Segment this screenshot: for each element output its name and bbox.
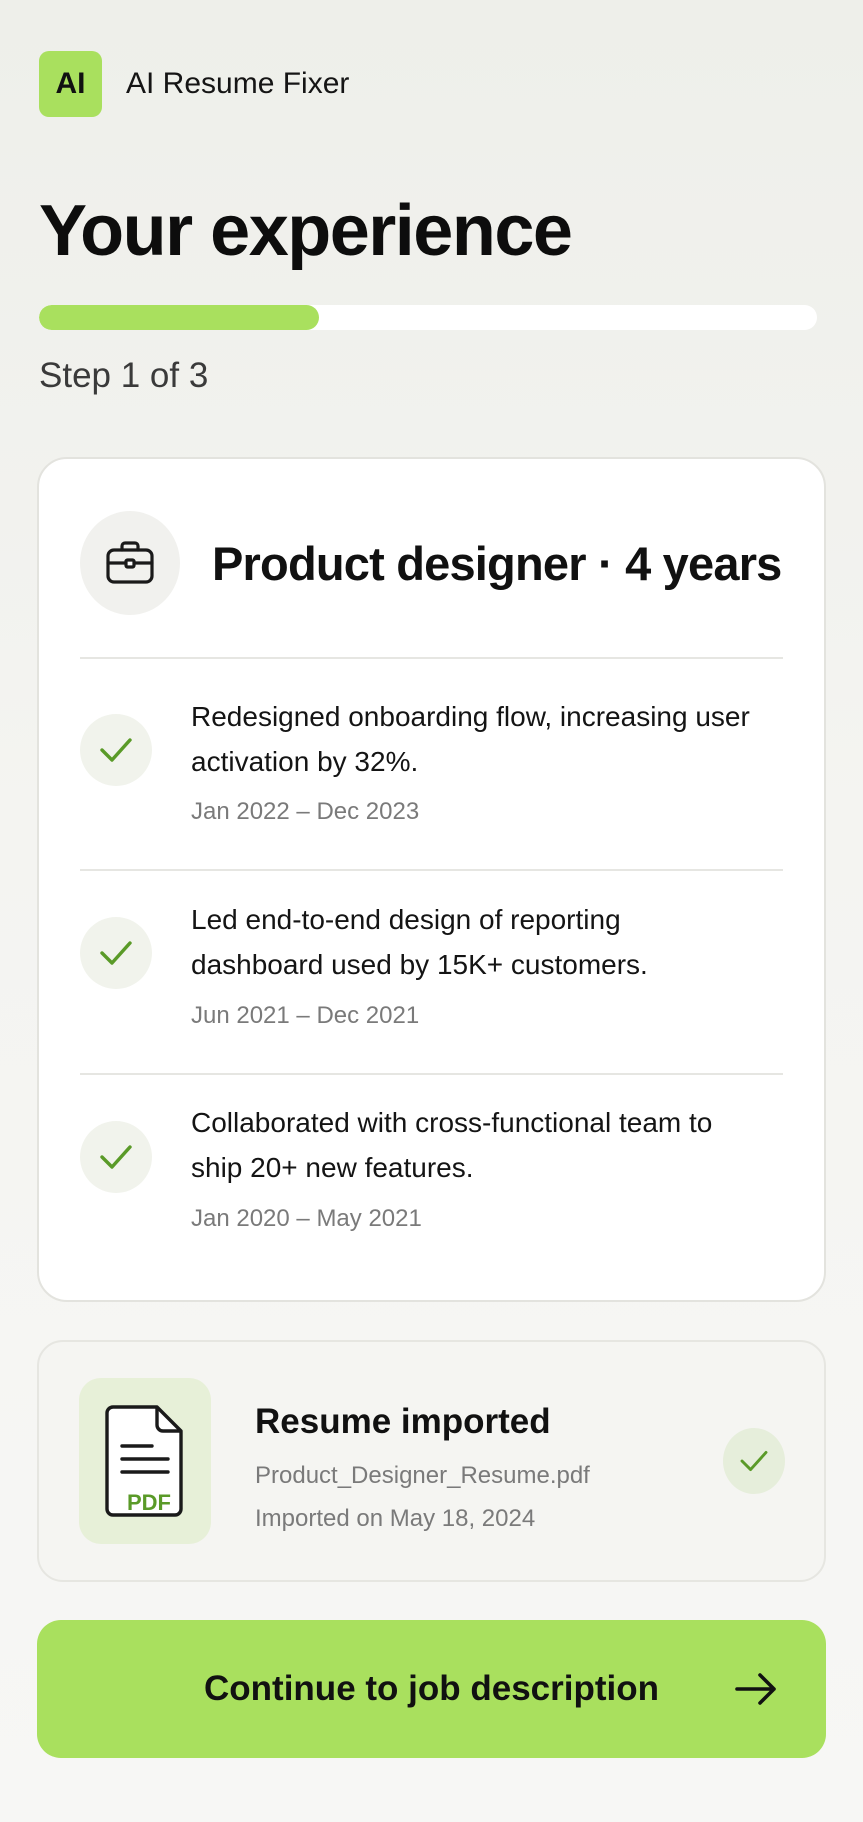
app-title: AI Resume Fixer (126, 67, 350, 100)
resume-import-card: PDF Resume imported Product_Designer_Res… (37, 1340, 826, 1582)
app-header: AI AI Resume Fixer (39, 51, 349, 117)
check-icon (80, 714, 152, 786)
divider (80, 869, 783, 871)
role-header: Product designer · 4 years (80, 511, 782, 615)
experience-item-date: Jan 2020 – May 2021 (191, 1205, 422, 1232)
experience-item: Collaborated with cross-functional team … (80, 1100, 783, 1232)
step-indicator: Step 1 of 3 (39, 356, 209, 395)
import-date: Imported on May 18, 2024 (255, 1505, 536, 1532)
experience-item-date: Jan 2022 – Dec 2023 (191, 798, 420, 825)
logo-text: AI (55, 67, 86, 100)
check-icon (80, 917, 152, 989)
continue-button[interactable]: Continue to job description (37, 1620, 826, 1758)
divider (80, 657, 783, 659)
experience-item-date: Jun 2021 – Dec 2021 (191, 1002, 420, 1029)
experience-item-text: Collaborated with cross-functional team … (191, 1107, 713, 1183)
briefcase-icon (80, 511, 180, 615)
progress-fill (39, 305, 320, 330)
experience-item: Led end-to-end design of reporting dashb… (80, 897, 783, 1029)
role-title: Product designer · 4 years (212, 536, 782, 590)
check-icon (80, 1121, 152, 1193)
check-icon (723, 1428, 785, 1494)
experience-card: Product designer · 4 years Redesigned on… (37, 457, 826, 1302)
experience-item-text: Led end-to-end design of reporting dashb… (191, 904, 648, 980)
page: AI AI Resume Fixer Your experience Step … (0, 0, 863, 1822)
divider (80, 1073, 783, 1075)
import-filename: Product_Designer_Resume.pdf (255, 1462, 590, 1489)
pdf-icon-label: PDF (127, 1490, 171, 1515)
continue-button-label: Continue to job description (204, 1669, 659, 1708)
pdf-file-icon (79, 1378, 211, 1544)
import-title: Resume imported (255, 1402, 551, 1441)
arrow-right-icon (734, 1671, 778, 1707)
experience-item-text: Redesigned onboarding flow, increasing u… (191, 701, 750, 777)
experience-item: Redesigned onboarding flow, increasing u… (80, 694, 783, 825)
progress-bar (39, 305, 817, 330)
app-logo: AI (39, 51, 102, 117)
page-title: Your experience (39, 191, 573, 271)
